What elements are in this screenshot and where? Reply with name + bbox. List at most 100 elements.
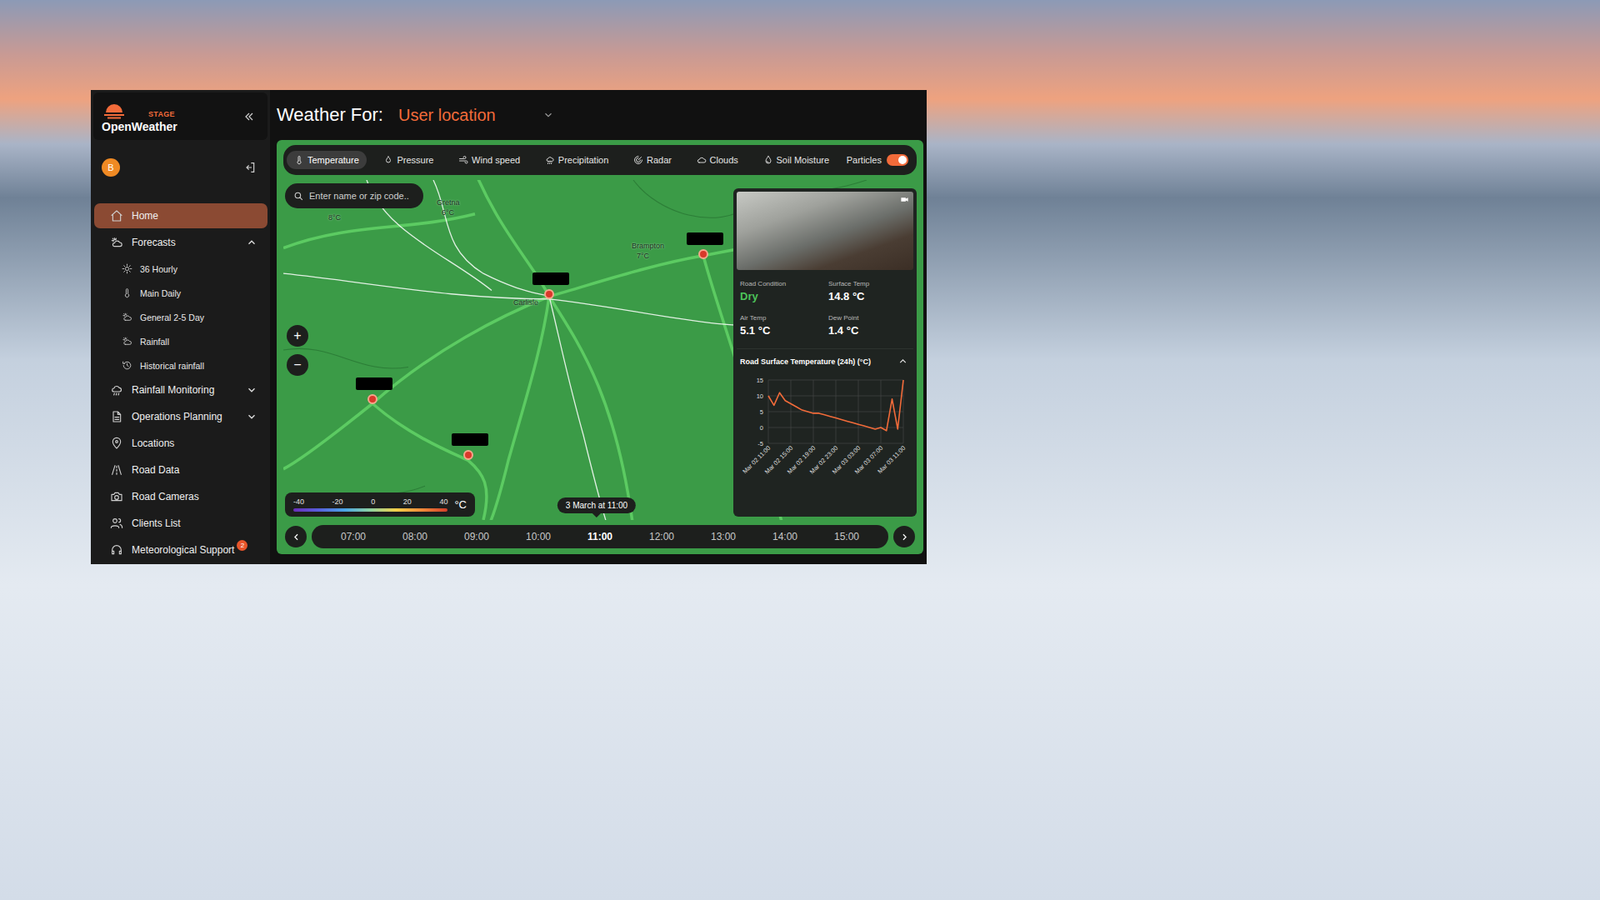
pin-dot <box>367 394 378 405</box>
sidebar-item-label: Locations <box>131 437 175 450</box>
chevron-up-icon[interactable] <box>897 355 909 367</box>
legend-tick: -40 <box>293 497 305 506</box>
hour-option[interactable]: 15:00 <box>815 530 878 543</box>
hour-option[interactable]: 11:00 <box>569 530 631 543</box>
sidebar-item[interactable]: Road Cameras <box>94 484 268 510</box>
cloud-icon <box>696 155 707 165</box>
sun-icon <box>121 263 133 275</box>
sidebar-subitem-label: 36 Hourly <box>140 264 178 275</box>
brand-name: OpenWeather <box>101 120 178 134</box>
reading: Surface Temp14.8 °C <box>828 280 910 303</box>
sidebar-subitem[interactable]: Rainfall <box>90 329 270 354</box>
sidebar-subitem[interactable]: Historical rainfall <box>90 353 270 378</box>
layer-tab[interactable]: Wind speed <box>450 150 528 170</box>
layer-tab[interactable]: Pressure <box>375 150 441 170</box>
chart-title: Road Surface Temperature (24h) (°C) <box>740 357 871 366</box>
sidebar-item[interactable]: Home <box>94 203 268 229</box>
road-station-card: Road ConditionDrySurface Temp14.8 °CAir … <box>733 188 917 517</box>
location-dropdown[interactable]: User location <box>398 105 555 125</box>
sidebar-item-label: Meteorological Support <box>131 544 235 556</box>
redacted-station-name <box>355 377 393 390</box>
search-icon <box>293 190 305 202</box>
sidebar-item[interactable]: Operations Planning <box>94 404 268 430</box>
sidebar-item[interactable]: Rainfall Monitoring <box>94 377 268 403</box>
hour-option[interactable]: 09:00 <box>445 530 508 543</box>
chevron-up-icon[interactable] <box>245 236 258 249</box>
map-place-label: Gretna <box>436 198 460 207</box>
sidebar-subitem[interactable]: 36 Hourly <box>90 256 270 281</box>
chart-header[interactable]: Road Surface Temperature (24h) (°C) <box>736 348 914 370</box>
chevron-down-icon[interactable] <box>245 410 258 423</box>
layer-tab-label: Precipitation <box>558 155 610 165</box>
radar-icon <box>633 155 644 165</box>
legend-tick: 40 <box>439 497 448 506</box>
precipitation-icon <box>545 155 555 165</box>
zoom-out-button[interactable]: − <box>286 354 309 376</box>
sidebar-subitem-label: General 2-5 Day <box>140 312 205 323</box>
search-placeholder: Enter name or zip code.. <box>309 190 410 201</box>
environment-label: STAGE <box>148 110 175 120</box>
chart-grid <box>768 380 904 444</box>
layer-tab[interactable]: Radar <box>625 150 680 170</box>
previous-time-button[interactable] <box>285 525 307 548</box>
hour-option[interactable]: 13:00 <box>692 530 755 543</box>
reading-value: 14.8 °C <box>828 290 910 303</box>
sidebar-subitem[interactable]: General 2-5 Day <box>90 305 270 330</box>
location-header: Weather For: User location <box>276 90 924 140</box>
main-area: Weather For: User location Temperature Pres… <box>270 90 927 565</box>
hour-option[interactable]: 08:00 <box>384 530 446 543</box>
hour-option[interactable]: 12:00 <box>630 530 693 543</box>
collapse-sidebar-button[interactable] <box>240 108 258 125</box>
place-search-field[interactable]: Enter name or zip code.. <box>285 183 424 209</box>
layer-tab-label: Wind speed <box>471 155 520 165</box>
sunrise-logo-icon <box>101 100 127 120</box>
sidebar-item[interactable]: Forecasts <box>94 230 268 255</box>
user-avatar[interactable]: B <box>101 158 120 177</box>
legend-tick: 20 <box>403 497 412 506</box>
layer-tab[interactable]: Temperature <box>286 150 367 170</box>
layer-tab-label: Soil Moisture <box>776 155 830 165</box>
camera-icon <box>110 490 124 504</box>
sidebar-item-label: Operations Planning <box>131 410 223 423</box>
hour-option[interactable]: 07:00 <box>322 530 385 543</box>
sidebar-item-label: Clients List <box>131 517 181 530</box>
reading: Air Temp5.1 °C <box>740 314 822 337</box>
next-time-button[interactable] <box>893 525 915 548</box>
map[interactable]: Gretna6°CBrampton7°CCarlisle8°CEnter nam… <box>283 180 917 520</box>
users-icon <box>110 516 124 530</box>
sidebar-item[interactable]: Meteorological Support2 <box>94 537 268 563</box>
reading-value: 1.4 °C <box>828 324 910 337</box>
hour-option[interactable]: 10:00 <box>507 530 570 543</box>
cloud-rain-icon <box>110 383 124 397</box>
particles-label: Particles <box>846 155 882 165</box>
notification-badge: 2 <box>236 540 248 551</box>
sidebar-subitem-label: Rainfall <box>140 336 170 347</box>
sidebar-item-label: Rainfall Monitoring <box>131 384 215 396</box>
hour-option[interactable]: 14:00 <box>754 530 816 543</box>
logout-icon <box>243 160 257 175</box>
layer-tab-label: Temperature <box>307 155 360 165</box>
sidebar-item[interactable]: Locations <box>94 430 268 456</box>
app-window: STAGEOpenWeather B Home Forecasts 36 Hourly M… <box>90 90 927 565</box>
sidebar-subitem[interactable]: Main Daily <box>90 280 270 305</box>
layer-tab[interactable]: Clouds <box>689 150 746 170</box>
logo[interactable]: STAGEOpenWeather <box>101 100 178 134</box>
particles-toggle[interactable] <box>886 154 909 166</box>
pressure-icon <box>383 155 394 165</box>
chevron-down-icon[interactable] <box>245 384 258 396</box>
zoom-in-button[interactable]: + <box>286 325 309 347</box>
sidebar-item[interactable]: Road Data <box>94 457 268 483</box>
header-title: Weather For: <box>276 104 384 126</box>
map-panel: Temperature Pressure Wind speed Precipitati… <box>276 140 924 555</box>
map-place-label: 7°C <box>636 251 650 260</box>
layer-tab[interactable]: Soil Moisture <box>755 150 838 170</box>
sidebar-item[interactable]: Clients List <box>94 510 268 536</box>
chevron-down-icon <box>542 109 555 121</box>
pin-dot <box>544 289 555 300</box>
y-axis-tick: 10 <box>756 392 764 400</box>
sun-cloud-icon <box>110 235 124 250</box>
logout-button[interactable] <box>241 159 259 176</box>
sidebar-item-label: Home <box>131 210 159 222</box>
road-camera-image[interactable] <box>736 191 914 270</box>
layer-tab[interactable]: Precipitation <box>537 150 617 170</box>
